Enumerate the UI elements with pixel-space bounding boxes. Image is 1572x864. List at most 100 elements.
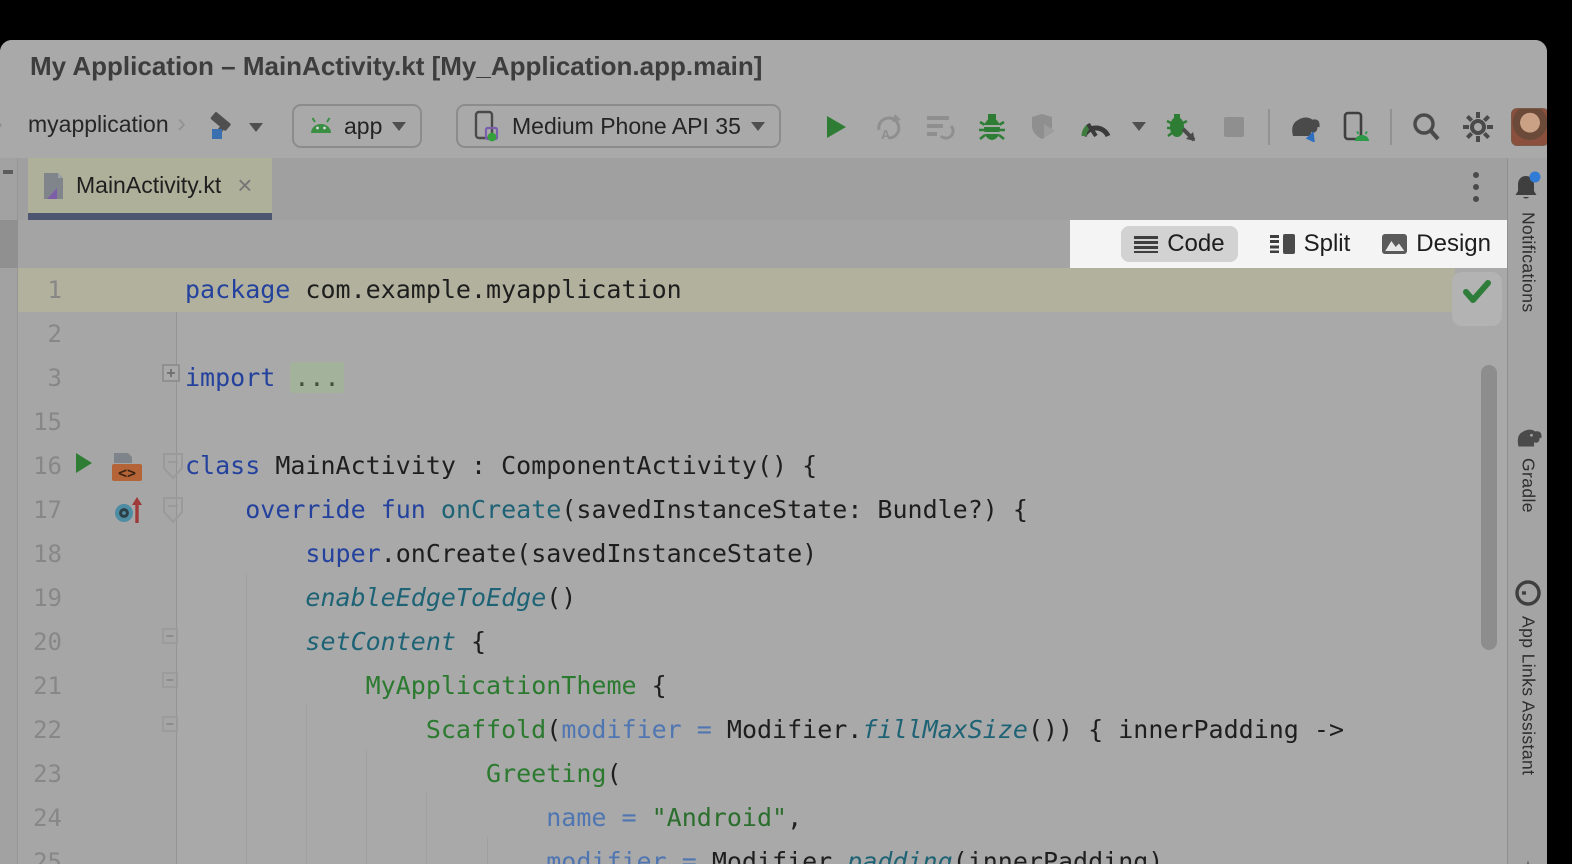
code-text: modifier = Modifier.padding(innerPadding… <box>176 840 1163 864</box>
tab-close-icon[interactable]: × <box>237 170 252 201</box>
line-number: 18 <box>18 532 62 576</box>
line-number: 3 <box>18 356 62 400</box>
code-line-15[interactable]: 15 <box>18 400 1455 444</box>
line-number: 22 <box>18 708 62 752</box>
editor-options-kebab-icon[interactable] <box>1462 169 1490 205</box>
line-number: 15 <box>18 400 62 444</box>
svg-text:<>: <> <box>118 464 136 482</box>
code-line-23[interactable]: 23 Greeting( <box>18 752 1455 796</box>
indent-guide <box>246 573 247 864</box>
device-caret-icon <box>751 122 765 131</box>
mode-button-code[interactable]: Code <box>1121 226 1237 262</box>
apply-code-changes-button[interactable] <box>914 107 966 147</box>
stop-button[interactable] <box>1208 107 1260 147</box>
indent-guide <box>426 793 427 864</box>
code-line-19[interactable]: 19 enableEdgeToEdge() <box>18 576 1455 620</box>
editor-mode-switcher-spotlight: Code Split Design <box>1070 220 1507 268</box>
left-stripe-handle-icon[interactable] <box>3 170 13 174</box>
gradle-elephant-icon <box>1512 424 1544 450</box>
build-dropdown-caret-icon[interactable] <box>249 123 263 132</box>
debug-button[interactable] <box>966 107 1018 147</box>
overrides-method-icon[interactable] <box>112 495 146 532</box>
tool-button-gradle[interactable]: Gradle <box>1508 424 1547 513</box>
android-studio-window: My Application – MainActivity.kt [My_App… <box>0 40 1547 864</box>
split-mode-icon <box>1270 234 1295 254</box>
mode-button-split[interactable]: Split <box>1270 230 1351 258</box>
run-config-breadcrumb[interactable]: myapplication <box>28 111 169 138</box>
tool-button-notifications[interactable]: Notifications <box>1508 170 1547 313</box>
device-manager-button[interactable] <box>1330 107 1382 147</box>
split-mode-label: Split <box>1304 230 1351 258</box>
code-text: super.onCreate(savedInstanceState) <box>176 532 817 576</box>
code-mode-icon <box>1134 236 1158 253</box>
sync-gradle-button[interactable] <box>1278 107 1330 147</box>
left-tool-stripe <box>0 158 18 864</box>
line-number: 24 <box>18 796 62 840</box>
tool-button-app-links[interactable]: App Links Assistant <box>1508 578 1547 775</box>
tool-label-notifications: Notifications <box>1518 212 1539 313</box>
editor-toolbar: Code Split Design <box>0 220 1547 268</box>
code-text: MyApplicationTheme { <box>176 664 667 708</box>
tab-mainactivity[interactable]: MainActivity.kt × <box>28 158 272 213</box>
activity-component-icon[interactable]: <> <box>104 451 142 488</box>
code-line-24[interactable]: 24 name = "Android", <box>18 796 1455 840</box>
avatar-photo <box>1511 108 1547 146</box>
window-titlebar: My Application – MainActivity.kt [My_App… <box>0 40 1547 95</box>
code-editor: 1package com.example.myapplication23impo… <box>0 268 1507 864</box>
profiler-dropdown-caret-icon[interactable] <box>1122 107 1156 147</box>
code-line-3[interactable]: 3 import ... <box>18 356 1455 400</box>
line-number: 23 <box>18 752 62 796</box>
code-text: name = "Android", <box>176 796 802 840</box>
code-line-1[interactable]: 1package com.example.myapplication <box>18 268 1455 312</box>
line-number: 25 <box>18 840 62 864</box>
screen: My Application – MainActivity.kt [My_App… <box>0 0 1572 864</box>
tool-label-app-links: App Links Assistant <box>1518 616 1539 775</box>
code-text: Greeting( <box>176 752 622 796</box>
module-caret-icon <box>392 122 406 131</box>
device-select-dropdown[interactable]: Medium Phone API 35 <box>456 104 781 148</box>
left-stripe-block <box>0 220 18 268</box>
code-text: import ... <box>176 356 344 400</box>
design-mode-label: Design <box>1416 230 1491 258</box>
code-line-17[interactable]: 17 override fun onCreate(savedInstanceSt… <box>18 488 1455 532</box>
line-number: 17 <box>18 488 62 532</box>
code-line-22[interactable]: 22 Scaffold(modifier = Modifier.fillMaxS… <box>18 708 1455 752</box>
line-number: 16 <box>18 444 62 488</box>
apply-changes-restart-button[interactable]: A <box>862 107 914 147</box>
run-class-icon[interactable] <box>74 451 94 480</box>
code-line-16[interactable]: 16 <> class MainActivity : ComponentActivi… <box>18 444 1455 488</box>
active-tab-underline <box>28 213 272 220</box>
module-chip-label: app <box>344 113 382 140</box>
right-tool-stripe: Notifications Gradle App Links Assistant <box>1507 158 1547 864</box>
editor-scrollbar-thumb[interactable] <box>1481 365 1497 650</box>
android-robot-icon <box>308 117 334 135</box>
module-select-dropdown[interactable]: app <box>292 104 422 148</box>
inspections-widget[interactable] <box>1452 272 1502 326</box>
breadcrumb-chevron-icon: › <box>177 108 186 139</box>
code-line-21[interactable]: 21 MyApplicationTheme { <box>18 664 1455 708</box>
app-links-icon <box>1513 578 1543 608</box>
code-line-18[interactable]: 18 super.onCreate(savedInstanceState) <box>18 532 1455 576</box>
attach-debugger-button[interactable] <box>1156 107 1208 147</box>
indent-guide <box>487 837 488 864</box>
tool-button-gemini[interactable] <box>1508 858 1547 864</box>
code-line-2[interactable]: 2 <box>18 312 1455 356</box>
gemini-sparkle-icon <box>1513 858 1543 864</box>
line-number: 20 <box>18 620 62 664</box>
build-hammer-icon[interactable] <box>205 109 237 146</box>
toolbar-separator <box>1390 109 1392 145</box>
code-text: class MainActivity : ComponentActivity()… <box>176 444 817 488</box>
run-button[interactable] <box>810 107 862 147</box>
settings-gear-button[interactable] <box>1452 107 1504 147</box>
code-text: override fun onCreate(savedInstanceState… <box>176 488 1028 532</box>
profiler-gauge-button[interactable] <box>1070 107 1122 147</box>
profile-app-button[interactable] <box>1018 107 1070 147</box>
virtual-device-icon <box>472 110 502 142</box>
code-text: setContent { <box>176 620 486 664</box>
no-problems-check-icon <box>1463 280 1491 304</box>
mode-button-design[interactable]: Design <box>1382 230 1491 258</box>
code-line-20[interactable]: 20 setContent { <box>18 620 1455 664</box>
user-avatar[interactable] <box>1504 107 1547 147</box>
search-everywhere-button[interactable] <box>1400 107 1452 147</box>
code-line-25[interactable]: 25 modifier = Modifier.padding(innerPadd… <box>18 840 1455 864</box>
